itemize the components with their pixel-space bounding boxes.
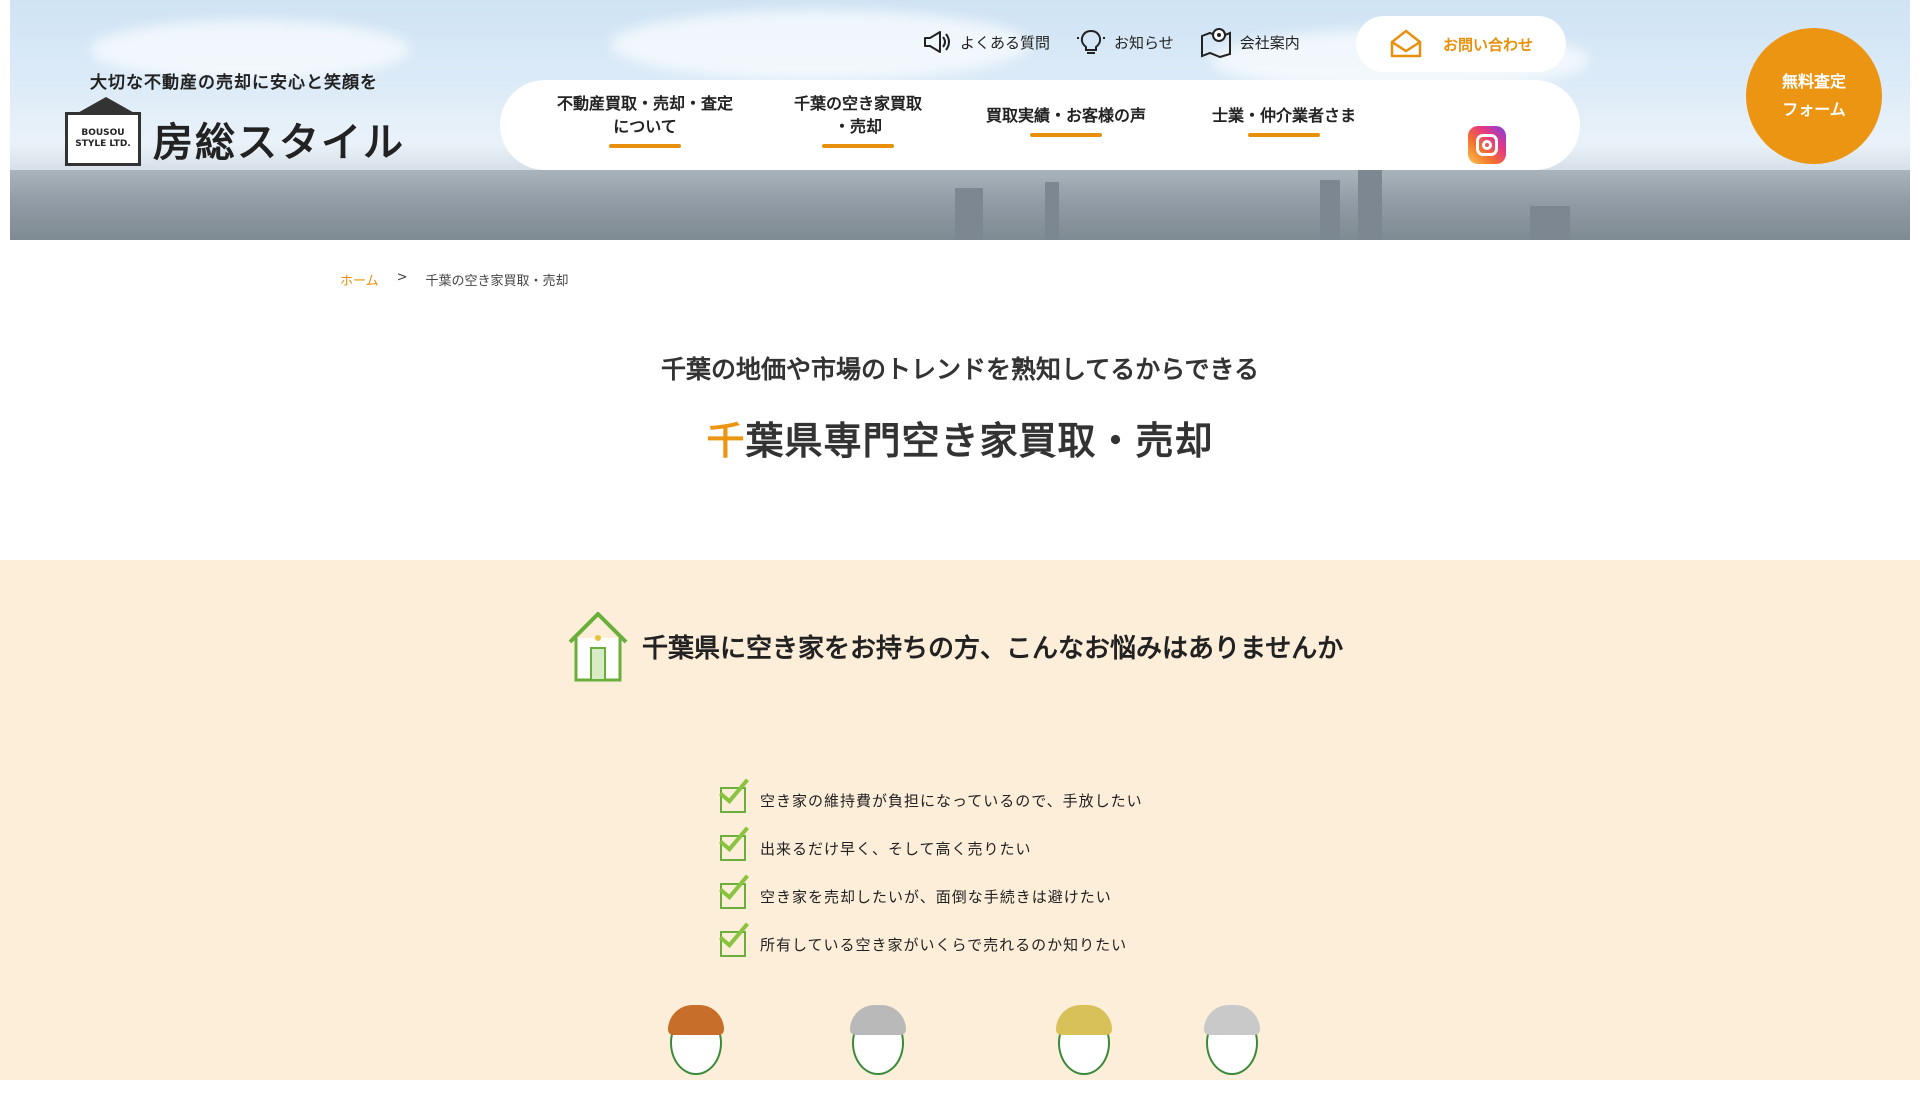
logo-line2: STYLE LTD. <box>75 139 131 149</box>
mainnav-item-line1: 千葉の空き家買取 <box>793 94 922 113</box>
header-hero: 大切な不動産の売却に安心と笑顔を BOUSOU STYLE LTD. 房総スタイ… <box>10 0 1910 240</box>
breadcrumb-home[interactable]: ホーム <box>340 270 379 289</box>
mainnav-item-akiya[interactable]: 千葉の空き家買取 ・売却 <box>778 92 938 158</box>
mainnav-item-results[interactable]: 買取実績・お客様の声 <box>976 104 1156 147</box>
concern-list: 空き家の維持費が負担になっているので、手放したい 出来るだけ早く、そして高く売り… <box>720 765 1143 957</box>
main-nav: 不動産買取・売却・査定 について 千葉の空き家買取 ・売却 買取実績・お客様の声… <box>500 80 1580 170</box>
envelope-icon <box>1390 29 1422 58</box>
concern-text: 出来るだけ早く、そして高く売りたい <box>760 840 1032 858</box>
mainnav-item-partners[interactable]: 士業・仲介業者さま <box>1204 104 1364 147</box>
section-heading: 千葉県に空き家をお持ちの方、こんなお悩みはありませんか <box>566 608 1343 684</box>
city-skyline <box>10 170 1910 240</box>
concern-item: 空き家の維持費が負担になっているので、手放したい <box>720 765 1143 813</box>
checkbox-icon <box>720 835 746 861</box>
logo-line1: BOUSOU <box>81 128 125 138</box>
concern-item: 空き家を売却したいが、面倒な手続きは避けたい <box>720 861 1143 909</box>
top-nav: よくある質問 お知らせ 会社案内 <box>922 26 1300 58</box>
section-title: 千葉県に空き家をお持ちの方、こんなお悩みはありませんか <box>642 633 1344 664</box>
topnav-faq-label: よくある質問 <box>960 33 1051 52</box>
mainnav-item-realestate[interactable]: 不動産買取・売却・査定 について <box>548 92 742 158</box>
contact-button[interactable]: お問い合わせ <box>1356 16 1566 72</box>
person-illustration <box>846 1005 910 1095</box>
topnav-news-label: お知らせ <box>1114 33 1174 52</box>
free-btn-line2: フォーム <box>1782 100 1846 119</box>
concern-text: 空き家を売却したいが、面倒な手続きは避けたい <box>760 888 1112 906</box>
topnav-company-label: 会社案内 <box>1239 33 1300 52</box>
checkbox-icon <box>720 931 746 957</box>
breadcrumb: ホーム > 千葉の空き家買取・売却 <box>340 270 569 289</box>
mainnav-item-line2: ・売却 <box>833 117 882 136</box>
nav-underline <box>1030 132 1102 137</box>
nav-underline <box>822 144 894 148</box>
lightbulb-icon <box>1077 29 1106 54</box>
page-title-rest: 葉県専門空き家買取・売却 <box>745 419 1214 463</box>
concern-item: 出来るだけ早く、そして高く売りたい <box>720 813 1143 861</box>
page-title: 千葉県専門空き家買取・売却 <box>0 410 1920 465</box>
instagram-icon[interactable] <box>1468 126 1506 164</box>
topnav-faq[interactable]: よくある質問 <box>922 29 1050 55</box>
concern-item: 所有している空き家がいくらで売れるのか知りたい <box>720 909 1143 957</box>
logo-house-mark: BOUSOU STYLE LTD. <box>65 97 141 166</box>
concern-text: 所有している空き家がいくらで売れるのか知りたい <box>760 936 1128 954</box>
mainnav-item-line1: 不動産買取・売却・査定 <box>556 94 733 113</box>
nav-underline <box>1248 132 1320 137</box>
page-title-accent: 千 <box>706 419 746 463</box>
tagline: 大切な不動産の売却に安心と笑顔を <box>90 73 378 93</box>
person-illustration <box>1200 1005 1264 1095</box>
person-illustration <box>1052 1005 1116 1095</box>
map-pin-icon <box>1200 28 1231 58</box>
nav-underline <box>609 144 681 148</box>
megaphone-icon <box>924 31 950 53</box>
mainnav-item-line1: 買取実績・お客様の声 <box>985 105 1146 125</box>
breadcrumb-current: 千葉の空き家買取・売却 <box>425 274 569 289</box>
site-logo[interactable]: BOUSOU STYLE LTD. 房総スタイル <box>65 97 405 168</box>
breadcrumb-separator: > <box>396 270 408 285</box>
concerns-section: 千葉県に空き家をお持ちの方、こんなお悩みはありませんか 空き家の維持費が負担にな… <box>0 560 1920 1080</box>
page-subtitle: 千葉の地価や市場のトレンドを熟知してるからできる <box>660 355 1259 384</box>
mainnav-item-line1: 士業・仲介業者さま <box>1211 105 1356 125</box>
person-illustration <box>664 1005 728 1095</box>
house-icon <box>568 612 628 682</box>
free-assessment-button[interactable]: 無料査定 フォーム <box>1746 28 1882 164</box>
topnav-company[interactable]: 会社案内 <box>1200 26 1300 58</box>
topnav-news[interactable]: お知らせ <box>1076 27 1174 57</box>
checkbox-icon <box>720 787 746 813</box>
concern-text: 空き家の維持費が負担になっているので、手放したい <box>760 792 1143 810</box>
contact-button-label: お問い合わせ <box>1442 35 1533 54</box>
checkbox-icon <box>720 883 746 909</box>
mainnav-item-line2: について <box>613 117 677 136</box>
free-btn-line1: 無料査定 <box>1781 72 1846 91</box>
logo-name: 房総スタイル <box>153 119 405 166</box>
